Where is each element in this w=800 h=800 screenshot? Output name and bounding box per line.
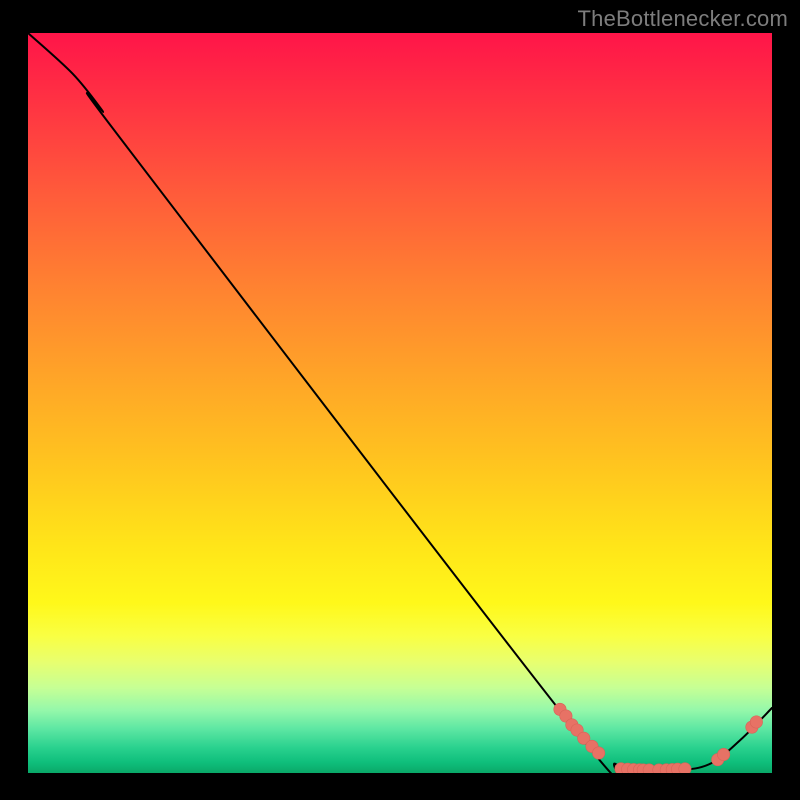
data-marker (592, 747, 604, 759)
bottleneck-curve (28, 33, 772, 773)
chart-overlay (28, 33, 772, 773)
chart-stage: TheBottlenecker.com (0, 0, 800, 800)
data-marker (679, 763, 691, 773)
data-markers (554, 703, 763, 773)
data-marker (750, 716, 762, 728)
plot-area (28, 33, 772, 773)
data-marker (717, 748, 729, 760)
attribution-label: TheBottlenecker.com (578, 6, 788, 32)
